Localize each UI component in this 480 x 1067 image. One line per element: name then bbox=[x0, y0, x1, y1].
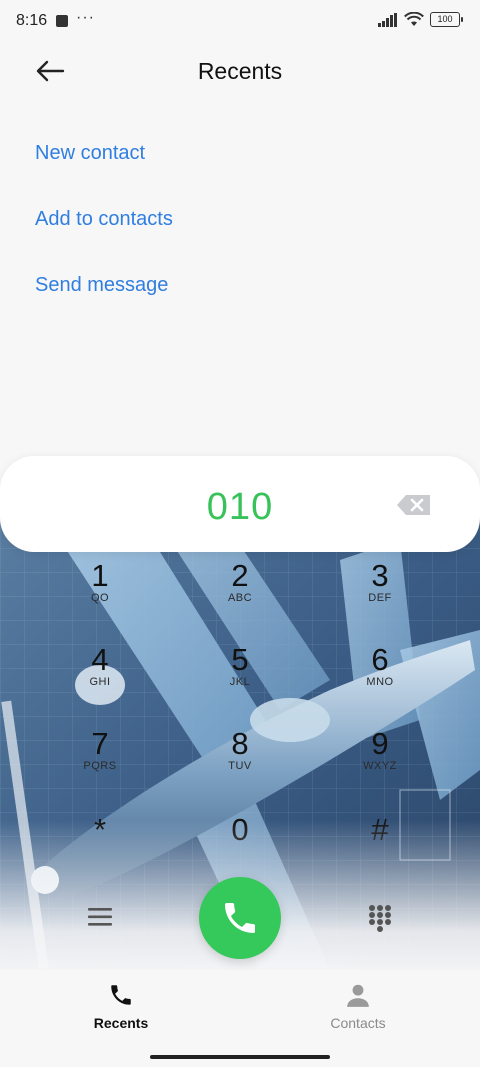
send-message-link[interactable]: Send message bbox=[35, 274, 168, 297]
call-button[interactable] bbox=[199, 877, 281, 959]
person-icon bbox=[347, 984, 369, 1007]
tab-recents[interactable]: Recents bbox=[61, 982, 181, 1031]
key-1[interactable]: 1 QO bbox=[50, 558, 150, 638]
key-6[interactable]: 6 MNO bbox=[330, 642, 430, 722]
key-8[interactable]: 8 TUV bbox=[190, 726, 290, 806]
tab-recents-label: Recents bbox=[93, 1015, 149, 1031]
notification-icon bbox=[56, 15, 68, 27]
key-5[interactable]: 5 JKL bbox=[190, 642, 290, 722]
page-title: Recents bbox=[197, 58, 283, 84]
key-2[interactable]: 2 ABC bbox=[190, 558, 290, 638]
signal-icon bbox=[378, 12, 397, 27]
add-to-contacts-link[interactable]: Add to contacts bbox=[35, 208, 173, 231]
wifi-icon bbox=[404, 12, 424, 26]
backspace-icon[interactable] bbox=[396, 494, 432, 516]
status-bar: 8:16 ··· 100 bbox=[0, 0, 480, 44]
key-3[interactable]: 3 DEF bbox=[330, 558, 430, 638]
battery-icon: 100 bbox=[430, 12, 463, 27]
home-indicator bbox=[150, 1055, 330, 1059]
tab-contacts-label: Contacts bbox=[330, 1015, 386, 1031]
phone-icon bbox=[111, 985, 131, 1005]
key-7[interactable]: 7 PQRS bbox=[50, 726, 150, 806]
dialpad-icon[interactable] bbox=[368, 904, 392, 932]
key-4[interactable]: 4 GHI bbox=[50, 642, 150, 722]
top-bar: Recents bbox=[0, 44, 480, 98]
status-time: 8:16 bbox=[16, 12, 48, 29]
status-icons: 100 bbox=[378, 12, 463, 27]
menu-icon[interactable] bbox=[88, 906, 112, 928]
tab-contacts[interactable]: Contacts bbox=[298, 982, 418, 1031]
key-9[interactable]: 9 WXYZ bbox=[330, 726, 430, 806]
phone-call-icon bbox=[225, 903, 255, 933]
more-notifications-icon: ··· bbox=[76, 9, 95, 26]
number-display-panel: 010 bbox=[0, 456, 480, 552]
new-contact-link[interactable]: New contact bbox=[35, 142, 145, 165]
